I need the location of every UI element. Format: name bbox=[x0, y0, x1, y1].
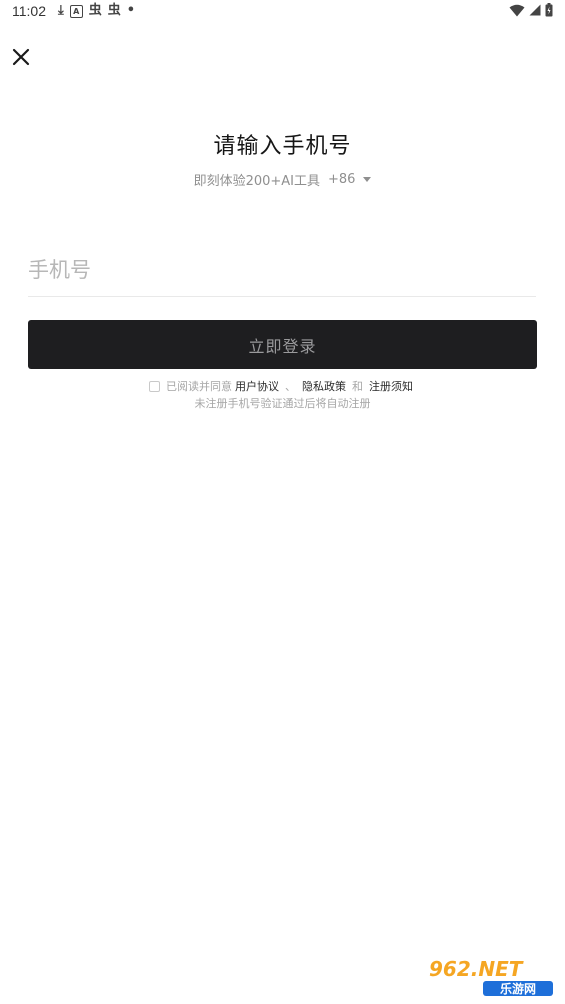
notification-icons: ⤓ A 虫 虫 • bbox=[58, 2, 135, 20]
agreement-prefix: 已阅读并同意 bbox=[166, 380, 232, 393]
country-code-label: +86 bbox=[328, 172, 356, 187]
wifi-icon bbox=[509, 4, 525, 16]
user-agreement-link[interactable]: 用户协议 bbox=[235, 378, 279, 394]
agree-checkbox[interactable] bbox=[149, 380, 160, 392]
dot-icon: • bbox=[126, 3, 136, 18]
agreement-row: 已阅读并同意 用户协议 、 隐私政策 和 注册须知 bbox=[0, 378, 565, 394]
register-notice-link[interactable]: 注册须知 bbox=[369, 378, 413, 394]
battery-icon bbox=[545, 3, 553, 17]
page-title: 请输入手机号 bbox=[213, 134, 352, 159]
country-code-selector[interactable]: +86 bbox=[328, 172, 372, 187]
watermark-logo: 962.NET 乐游网 bbox=[425, 954, 557, 998]
bug-icon: 虫 bbox=[88, 3, 102, 18]
caret-down-icon bbox=[363, 177, 372, 182]
agreement-and: 和 bbox=[352, 380, 363, 393]
agreement-separator: 、 bbox=[285, 380, 296, 393]
system-icons bbox=[509, 3, 553, 17]
status-bar: 11:02 ⤓ A 虫 虫 • bbox=[0, 0, 565, 24]
watermark-text-bottom: 乐游网 bbox=[500, 981, 536, 996]
bug-icon: 虫 bbox=[107, 3, 121, 18]
privacy-policy-link[interactable]: 隐私政策 bbox=[302, 378, 346, 394]
subtitle-text: 即刻体验200+AI工具 bbox=[193, 174, 320, 189]
download-icon: ⤓ bbox=[58, 3, 64, 18]
watermark-text-top: 962.NET bbox=[429, 957, 524, 981]
register-hint: 未注册手机号验证通过后将自动注册 bbox=[194, 397, 371, 410]
close-button[interactable] bbox=[8, 44, 34, 70]
signal-icon bbox=[529, 4, 541, 16]
phone-input[interactable] bbox=[28, 244, 536, 297]
login-button[interactable]: 立即登录 bbox=[28, 320, 537, 369]
subtitle-row: 即刻体验200+AI工具 +86 bbox=[0, 170, 565, 189]
a-box-icon: A bbox=[69, 4, 83, 18]
close-icon bbox=[12, 48, 30, 66]
status-time: 11:02 bbox=[12, 3, 46, 19]
